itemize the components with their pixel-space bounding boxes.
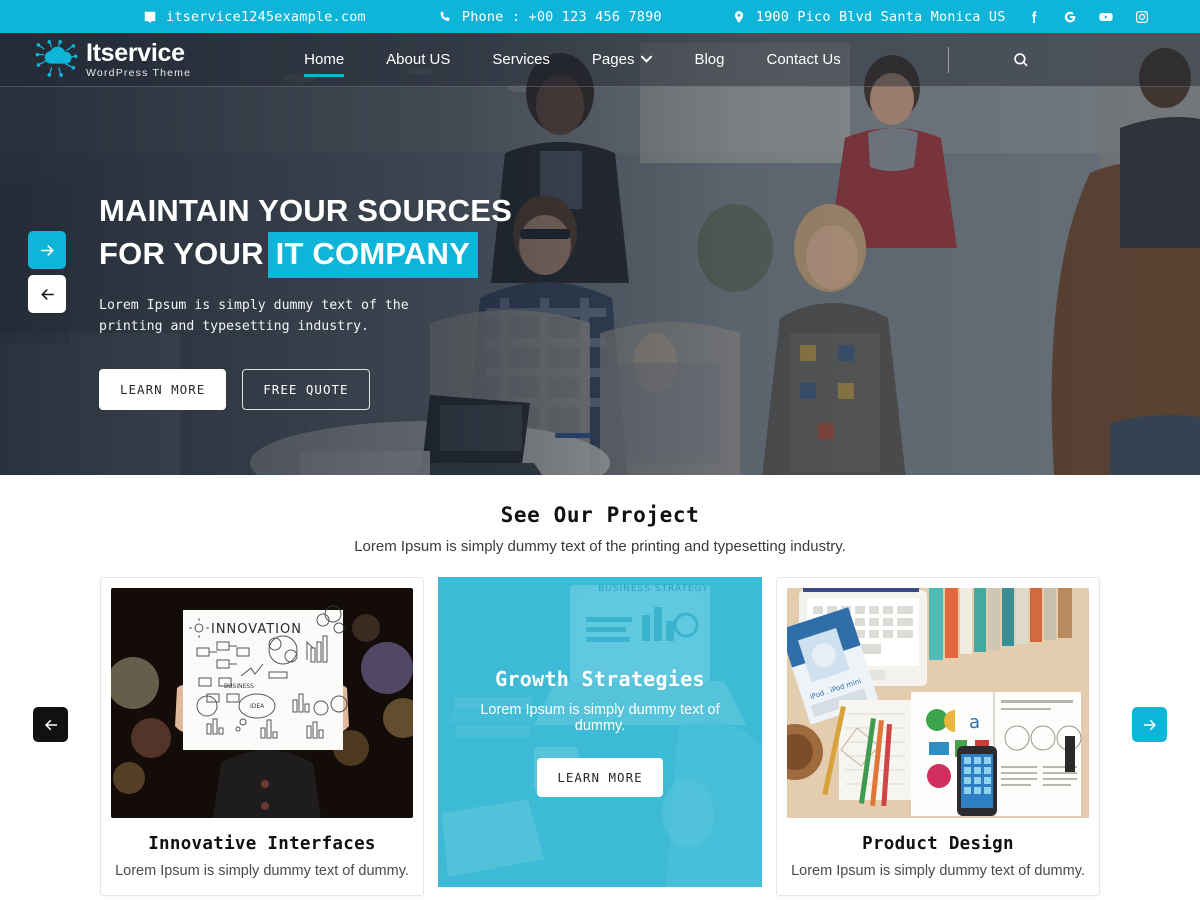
chevron-down-icon — [641, 54, 653, 66]
nav-label: Contact Us — [766, 51, 841, 68]
carousel-prev-button[interactable] — [33, 707, 68, 742]
main-navigation: Itservice WordPress Theme Home About US … — [0, 33, 1200, 87]
nav-item-blog[interactable]: Blog — [673, 33, 745, 87]
nav-menu: Home About US Services Pages Blog Contac… — [283, 33, 862, 87]
hero-heading-line2: FOR YOUR IT COMPANY — [99, 231, 619, 278]
svg-text:IDEA: IDEA — [250, 703, 265, 710]
topbar-phone[interactable]: Phone : +00 123 456 7890 — [438, 9, 662, 25]
arrow-left-icon — [40, 288, 54, 300]
project-card-innovative-interfaces[interactable]: INNOVATION IDEA BUSINESS Innovative Inte… — [100, 577, 424, 896]
search-icon[interactable] — [1009, 48, 1033, 72]
hero-next-button[interactable] — [28, 231, 66, 269]
free-quote-button[interactable]: FREE QUOTE — [242, 368, 370, 410]
section-title: See Our Project — [500, 503, 700, 527]
hero-heading: MAINTAIN YOUR SOURCES FOR YOUR IT COMPANY — [99, 191, 619, 278]
social-links — [1025, 8, 1150, 25]
project-featured-body: Growth Strategies Lorem Ipsum is simply … — [438, 577, 762, 887]
facebook-icon[interactable] — [1025, 8, 1042, 25]
hero-heading-line1: MAINTAIN YOUR SOURCES — [99, 193, 512, 228]
hero-description: Lorem Ipsum is simply dummy text of the … — [99, 297, 409, 335]
project-learn-more-button[interactable]: LEARN MORE — [537, 758, 663, 797]
youtube-icon[interactable] — [1097, 8, 1114, 25]
hero-heading-highlight: IT COMPANY — [267, 231, 478, 278]
google-icon[interactable] — [1061, 8, 1078, 25]
project-image-product-design: iPod . iPod mini a — [787, 588, 1089, 818]
project-title: Innovative Interfaces — [148, 834, 376, 854]
arrow-left-icon — [44, 719, 57, 730]
site-logo[interactable]: Itservice WordPress Theme — [35, 38, 192, 80]
topbar-email[interactable]: itservice1245example.com — [142, 9, 366, 25]
topbar-phone-text: Phone : +00 123 456 7890 — [461, 8, 662, 25]
hero-heading-prefix: FOR YOUR — [99, 235, 264, 271]
hero-content: MAINTAIN YOUR SOURCES FOR YOUR IT COMPANY… — [99, 191, 619, 410]
nav-label: About US — [386, 51, 451, 68]
hero-slider-controls — [28, 231, 66, 313]
logo-title: Itservice — [86, 38, 185, 67]
project-title: Product Design — [862, 834, 1014, 854]
nav-label: Blog — [694, 51, 725, 68]
nav-label: Pages — [591, 51, 635, 68]
topbar-address[interactable]: 1900 Pico Blvd Santa Monica US — [732, 9, 1006, 25]
project-text: Lorem Ipsum is simply dummy text of dumm… — [115, 863, 409, 879]
carousel-next-button[interactable] — [1132, 707, 1167, 742]
nav-label: Services — [492, 51, 550, 68]
project-cards: INNOVATION IDEA BUSINESS Innovative Inte… — [100, 577, 1100, 896]
hero-cta-group: LEARN MORE FREE QUOTE — [99, 368, 619, 410]
project-text: Lorem Ipsum is simply dummy text of dumm… — [791, 863, 1085, 879]
hero-prev-button[interactable] — [28, 275, 66, 313]
nav-divider — [947, 46, 949, 73]
project-image-innovation: INNOVATION IDEA BUSINESS — [111, 588, 413, 818]
hero-slider: Itservice WordPress Theme Home About US … — [0, 33, 1200, 475]
learn-more-button[interactable]: LEARN MORE — [99, 368, 227, 410]
nav-item-contact-us[interactable]: Contact Us — [746, 33, 862, 87]
nav-label: Home — [304, 51, 345, 68]
nav-item-about-us[interactable]: About US — [365, 33, 471, 87]
topbar-address-text: 1900 Pico Blvd Santa Monica US — [755, 8, 1006, 25]
top-contact-bar: itservice1245example.com Phone : +00 123… — [0, 0, 1200, 33]
logo-subtitle: WordPress Theme — [86, 66, 192, 79]
nav-item-pages[interactable]: Pages — [571, 33, 674, 87]
svg-text:BUSINESS: BUSINESS — [224, 683, 254, 690]
project-card-product-design[interactable]: iPod . iPod mini a Product Design Lorem … — [776, 577, 1100, 896]
projects-carousel: INNOVATION IDEA BUSINESS Innovative Inte… — [0, 577, 1200, 897]
desk-flatlay-art: iPod . iPod mini a — [787, 588, 1089, 818]
project-title: Growth Strategies — [495, 667, 705, 691]
nav-item-home[interactable]: Home — [283, 33, 365, 87]
project-text: Lorem Ipsum is simply dummy text of dumm… — [480, 702, 720, 734]
projects-section: See Our Project Lorem Ipsum is simply du… — [0, 475, 1200, 897]
nav-item-services[interactable]: Services — [471, 33, 571, 87]
arrow-right-icon — [1143, 719, 1156, 730]
page-root: itservice1245example.com Phone : +00 123… — [0, 0, 1200, 900]
instagram-icon[interactable] — [1133, 8, 1150, 25]
arrow-right-icon — [40, 244, 54, 256]
location-pin-icon — [732, 9, 747, 24]
svg-text:INNOVATION: INNOVATION — [211, 622, 302, 637]
project-caption: Product Design Lorem Ipsum is simply dum… — [787, 818, 1089, 879]
section-subtitle: Lorem Ipsum is simply dummy text of the … — [354, 538, 846, 555]
phone-icon — [438, 9, 453, 24]
svg-text:a: a — [969, 712, 980, 733]
project-card-growth-strategies[interactable]: BUSINESS STRATEGY — [438, 577, 762, 887]
circuit-cloud-icon — [35, 39, 79, 80]
mail-icon — [142, 9, 157, 24]
innovation-board-art: INNOVATION IDEA BUSINESS — [111, 588, 413, 818]
project-caption: Innovative Interfaces Lorem Ipsum is sim… — [111, 818, 413, 879]
topbar-email-text: itservice1245example.com — [166, 8, 366, 25]
